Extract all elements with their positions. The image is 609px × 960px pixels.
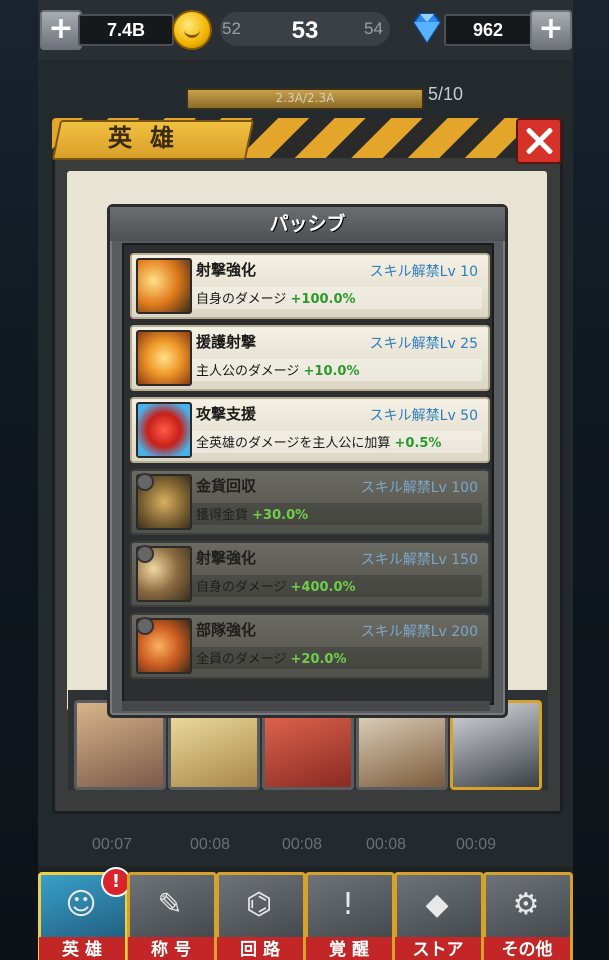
level-current: 53 xyxy=(291,17,319,44)
modal-footer xyxy=(122,701,490,711)
skill-row[interactable]: 部隊強化 スキル解禁Lv 200 全員のダメージ +20.0% xyxy=(130,613,490,679)
timer: 00:08 xyxy=(366,836,407,853)
skill-name: 攻撃支援 xyxy=(196,405,257,423)
nav-button[interactable]: ⌬ 回 路 xyxy=(216,872,306,960)
skill-desc-text: 自身のダメージ xyxy=(196,292,287,307)
skill-value: +100.0% xyxy=(290,292,356,307)
add-gems-button[interactable]: + xyxy=(530,10,572,50)
game-screen: + 7.4B 52 53 54 962 + 2.3A/2.3A 5/10 英雄 … xyxy=(0,0,609,960)
skill-desc-text: 自身のダメージ xyxy=(196,580,287,595)
skill-name: 射撃強化 xyxy=(196,549,257,567)
skill-description: 全英雄のダメージを主人公に加算 +0.5% xyxy=(196,432,441,451)
skill-desc-text: 全員のダメージ xyxy=(196,652,287,667)
wrench-icon: ⚙ xyxy=(512,887,540,922)
add-gold-button[interactable]: + xyxy=(40,10,82,50)
fist-icon xyxy=(136,330,192,386)
store-gem-icon: ◆ xyxy=(425,887,449,922)
skill-unlock-level: スキル解禁Lv 150 xyxy=(360,552,478,568)
skill-unlock-level: スキル解禁Lv 50 xyxy=(369,408,478,424)
nav-label: 称 号 xyxy=(128,937,214,960)
circuit-icon: ⌬ xyxy=(245,887,273,922)
passive-skill-modal: パッシブ 射撃強化 スキル解禁Lv 10 自身のダメージ +100.0% 援護射撃 スキ… xyxy=(107,204,508,718)
skill-description: 自身のダメージ +100.0% xyxy=(196,288,356,307)
timer: 00:09 xyxy=(456,836,497,853)
nav-button[interactable]: ! 覚 醒 xyxy=(305,872,395,960)
timer: 00:07 xyxy=(92,836,133,853)
gun-muzzle-icon xyxy=(136,258,192,314)
skill-name: 金貨回収 xyxy=(196,477,257,495)
skill-row[interactable]: 射撃強化 スキル解禁Lv 150 自身のダメージ +400.0% xyxy=(130,541,490,607)
close-button[interactable] xyxy=(516,118,562,164)
skill-name: 部隊強化 xyxy=(196,621,257,639)
skill-row[interactable]: 金貨回収 スキル解禁Lv 100 獲得金貨 +30.0% xyxy=(130,469,490,535)
hero-icon: ☺ xyxy=(65,887,97,922)
nav-label: 回 路 xyxy=(217,937,303,960)
timer: 00:08 xyxy=(282,836,323,853)
stage-count: 5/10 xyxy=(428,84,464,104)
octopus-support-icon xyxy=(136,402,192,458)
skill-description: 自身のダメージ +400.0% xyxy=(196,576,356,595)
skill-name: 援護射撃 xyxy=(196,333,257,351)
skill-name: 射撃強化 xyxy=(196,261,257,279)
hero-panel-title: 英雄 xyxy=(108,124,192,152)
level-next: 54 xyxy=(364,19,383,38)
skill-list[interactable]: 射撃強化 スキル解禁Lv 10 自身のダメージ +100.0% 援護射撃 スキル解禁Lv… xyxy=(122,243,494,705)
timer: 00:08 xyxy=(190,836,231,853)
nav-label: その他 xyxy=(484,937,570,960)
skill-row[interactable]: 援護射撃 スキル解禁Lv 25 主人公のダメージ +10.0% xyxy=(130,325,490,391)
nav-label: ストア xyxy=(395,937,481,960)
skill-description: 全員のダメージ +20.0% xyxy=(196,648,347,667)
gem-icon xyxy=(412,13,442,44)
lock-icon xyxy=(136,617,154,635)
stage-progress-text: 2.3A/2.3A xyxy=(275,91,335,105)
nav-button[interactable]: ☺ 英 雄! xyxy=(38,867,131,960)
title-icon: ✎ xyxy=(157,887,183,922)
gold-coin-icon xyxy=(172,10,212,50)
skill-unlock-level: スキル解禁Lv 200 xyxy=(360,624,478,640)
skill-desc-text: 獲得金貨 xyxy=(196,508,249,523)
nav-button[interactable]: ✎ 称 号 xyxy=(127,872,217,960)
skill-row[interactable]: 射撃強化 スキル解禁Lv 10 自身のダメージ +100.0% xyxy=(130,253,490,319)
skill-value: +400.0% xyxy=(290,580,356,595)
gold-amount: 7.4B xyxy=(78,14,174,46)
skill-description: 主人公のダメージ +10.0% xyxy=(196,360,360,379)
modal-title: パッシブ xyxy=(269,213,346,235)
lock-icon xyxy=(136,473,154,491)
awaken-icon: ! xyxy=(341,887,355,922)
nav-button[interactable]: ⚙ その他 xyxy=(483,872,573,960)
level-prev: 52 xyxy=(222,19,241,38)
skill-value: +30.0% xyxy=(252,508,309,523)
skill-desc-text: 全英雄のダメージを主人公に加算 xyxy=(196,436,391,451)
skill-unlock-level: スキル解禁Lv 100 xyxy=(360,480,478,496)
nav-label: 覚 醒 xyxy=(306,937,392,960)
skill-description: 獲得金貨 +30.0% xyxy=(196,504,308,523)
skill-value: +0.5% xyxy=(394,436,442,451)
skill-row[interactable]: 攻撃支援 スキル解禁Lv 50 全英雄のダメージを主人公に加算 +0.5% xyxy=(130,397,490,463)
skill-value: +10.0% xyxy=(303,364,360,379)
lock-icon xyxy=(136,545,154,563)
nav-label: 英 雄 xyxy=(39,937,125,960)
skill-unlock-level: スキル解禁Lv 25 xyxy=(369,336,478,352)
skill-value: +20.0% xyxy=(290,652,347,667)
skill-desc-text: 主人公のダメージ xyxy=(196,364,300,379)
nav-button[interactable]: ◆ ストア xyxy=(394,872,484,960)
skill-unlock-level: スキル解禁Lv 10 xyxy=(369,264,478,280)
gem-amount: 962 xyxy=(444,14,532,46)
